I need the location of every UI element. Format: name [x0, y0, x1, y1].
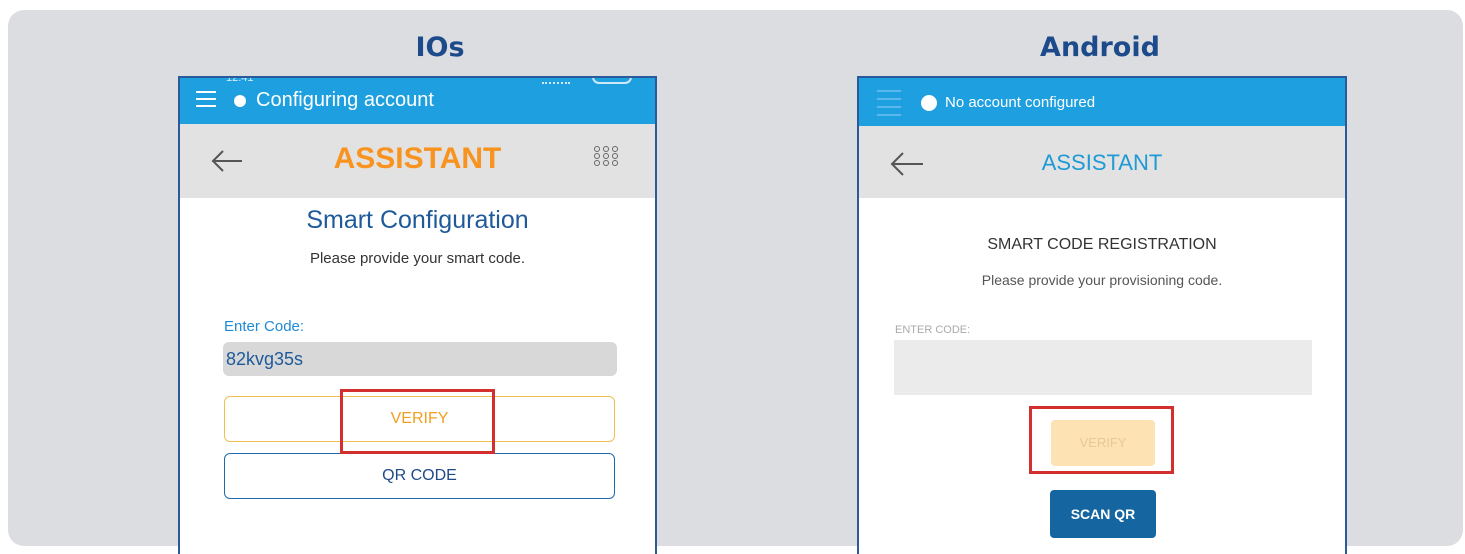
- android-status-bar: No account configured: [859, 78, 1345, 126]
- ios-phone-screen: 12:41 Configuring account ASSISTANT Smar…: [178, 76, 657, 554]
- android-scan-qr-button[interactable]: SCAN QR: [1050, 490, 1156, 538]
- ios-status-time: 12:41: [226, 76, 254, 84]
- android-verify-highlight: [1029, 406, 1174, 474]
- status-dot-icon: [921, 95, 937, 111]
- android-platform-label: Android: [1040, 32, 1160, 63]
- signal-icon: [542, 78, 570, 84]
- ios-heading: Smart Configuration: [306, 206, 529, 234]
- android-code-label: ENTER CODE:: [895, 324, 971, 336]
- android-phone-screen: No account configured ASSISTANT SMART CO…: [857, 76, 1347, 554]
- ios-code-input[interactable]: 82kvg35s: [223, 342, 617, 376]
- android-title-bar: ASSISTANT: [859, 126, 1345, 198]
- android-subtitle: Please provide your provisioning code.: [981, 272, 1223, 288]
- ios-status-text: Configuring account: [256, 89, 434, 111]
- android-status-text: No account configured: [945, 94, 1096, 111]
- ios-platform-label: IOs: [415, 32, 465, 63]
- menu-icon[interactable]: [196, 91, 216, 107]
- ios-qr-code-button[interactable]: QR CODE: [224, 453, 615, 499]
- menu-icon[interactable]: [877, 90, 901, 116]
- dialpad-icon[interactable]: [594, 146, 620, 166]
- ios-title-bar: ASSISTANT: [180, 124, 655, 198]
- android-code-input[interactable]: [894, 340, 1312, 395]
- ios-code-label: Enter Code:: [224, 318, 305, 335]
- ios-title: ASSISTANT: [333, 142, 502, 175]
- battery-icon: [592, 78, 632, 84]
- status-dot-icon: [234, 95, 246, 107]
- ios-status-bar: 12:41 Configuring account: [180, 78, 655, 124]
- ios-subtitle: Please provide your smart code.: [309, 250, 526, 267]
- ios-verify-highlight: [340, 389, 495, 454]
- android-title: ASSISTANT: [1041, 150, 1163, 175]
- android-heading: SMART CODE REGISTRATION: [987, 236, 1217, 253]
